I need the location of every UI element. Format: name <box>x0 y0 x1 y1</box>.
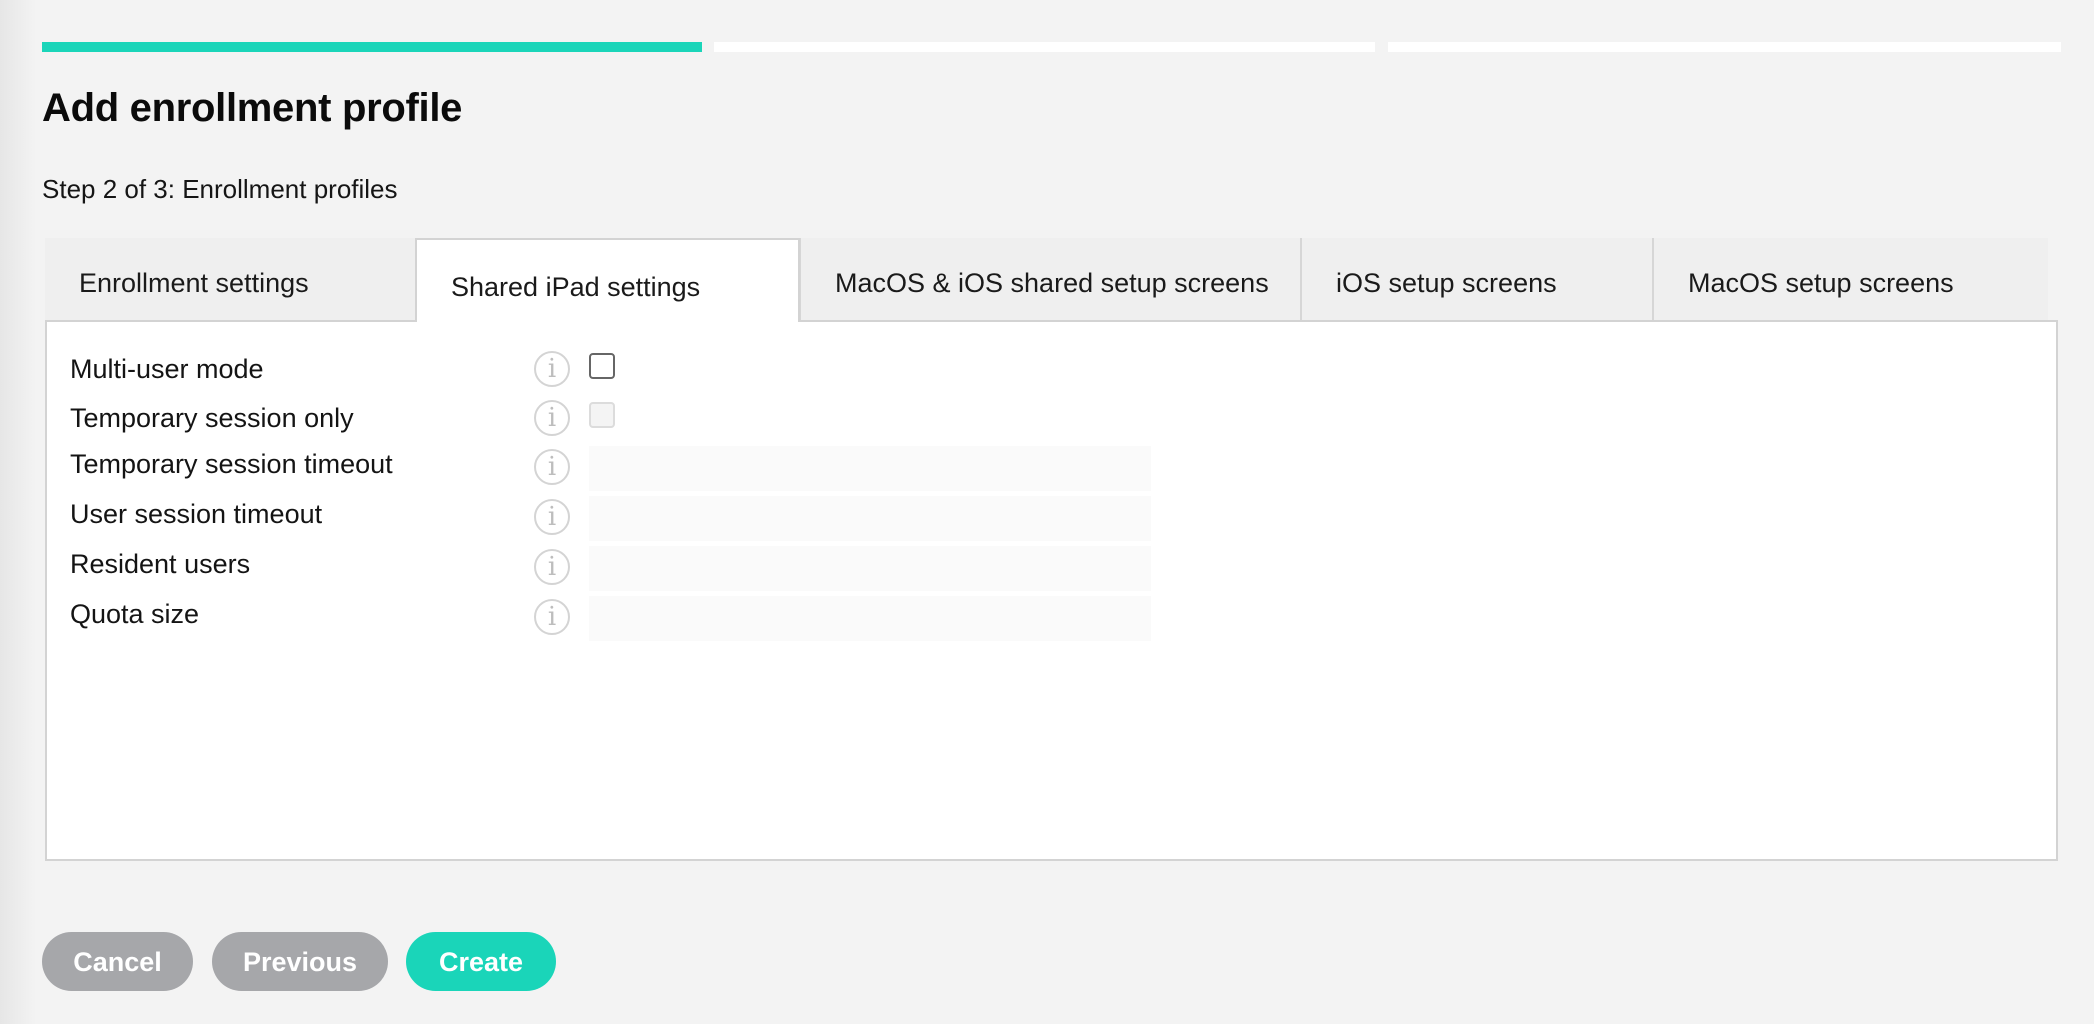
info-icon[interactable]: i <box>534 499 570 535</box>
quota-size-input[interactable] <box>589 596 1151 641</box>
progress-segment-3 <box>1388 42 2061 52</box>
tab-macos-setup-screens[interactable]: MacOS setup screens <box>1652 238 2048 320</box>
field-row-multi-user-mode: Multi-user mode i <box>47 348 2056 394</box>
create-button[interactable]: Create <box>406 932 556 991</box>
field-row-user-session-timeout: User session timeout i <box>47 496 2056 542</box>
field-label: User session timeout <box>70 499 323 529</box>
tab-enrollment-settings[interactable]: Enrollment settings <box>45 238 415 320</box>
tab-ios-setup-screens[interactable]: iOS setup screens <box>1300 238 1652 320</box>
tab-label: MacOS setup screens <box>1688 268 1954 298</box>
tab-label: Enrollment settings <box>79 268 309 298</box>
shared-ipad-settings-panel: Multi-user mode i Temporary session only… <box>45 320 2058 861</box>
tab-label: Shared iPad settings <box>451 272 701 302</box>
temporary-session-timeout-input[interactable] <box>589 446 1151 491</box>
info-icon[interactable]: i <box>534 599 570 635</box>
field-row-temporary-session-timeout: Temporary session timeout i <box>47 446 2056 492</box>
tab-bar: Enrollment settings Shared iPad settings… <box>45 238 2048 322</box>
tab-label: MacOS & iOS shared setup screens <box>835 268 1269 298</box>
resident-users-input[interactable] <box>589 546 1151 591</box>
tab-macos-ios-shared-setup-screens[interactable]: MacOS & iOS shared setup screens <box>799 238 1300 320</box>
user-session-timeout-input[interactable] <box>589 496 1151 541</box>
field-label: Temporary session timeout <box>70 449 393 479</box>
multi-user-mode-checkbox[interactable] <box>589 353 615 379</box>
field-row-quota-size: Quota size i <box>47 596 2056 642</box>
field-label: Resident users <box>70 549 251 579</box>
left-edge-shadow <box>0 0 36 1024</box>
temporary-session-only-checkbox[interactable] <box>589 402 615 428</box>
info-icon[interactable]: i <box>534 400 570 436</box>
field-row-temporary-session-only: Temporary session only i <box>47 397 2056 443</box>
page-title: Add enrollment profile <box>42 86 463 130</box>
wizard-progress <box>0 42 2094 52</box>
info-icon[interactable]: i <box>534 549 570 585</box>
field-label: Temporary session only <box>70 403 354 433</box>
info-icon[interactable]: i <box>534 449 570 485</box>
progress-segment-2 <box>714 42 1375 52</box>
previous-button[interactable]: Previous <box>212 932 388 991</box>
field-label: Quota size <box>70 599 200 629</box>
cancel-button[interactable]: Cancel <box>42 932 193 991</box>
tab-label: iOS setup screens <box>1336 268 1557 298</box>
field-row-resident-users: Resident users i <box>47 546 2056 592</box>
field-label: Multi-user mode <box>70 354 264 384</box>
step-indicator: Step 2 of 3: Enrollment profiles <box>42 174 398 204</box>
tab-shared-ipad-settings[interactable]: Shared iPad settings <box>415 238 800 322</box>
progress-segment-1 <box>42 42 702 52</box>
info-icon[interactable]: i <box>534 351 570 387</box>
